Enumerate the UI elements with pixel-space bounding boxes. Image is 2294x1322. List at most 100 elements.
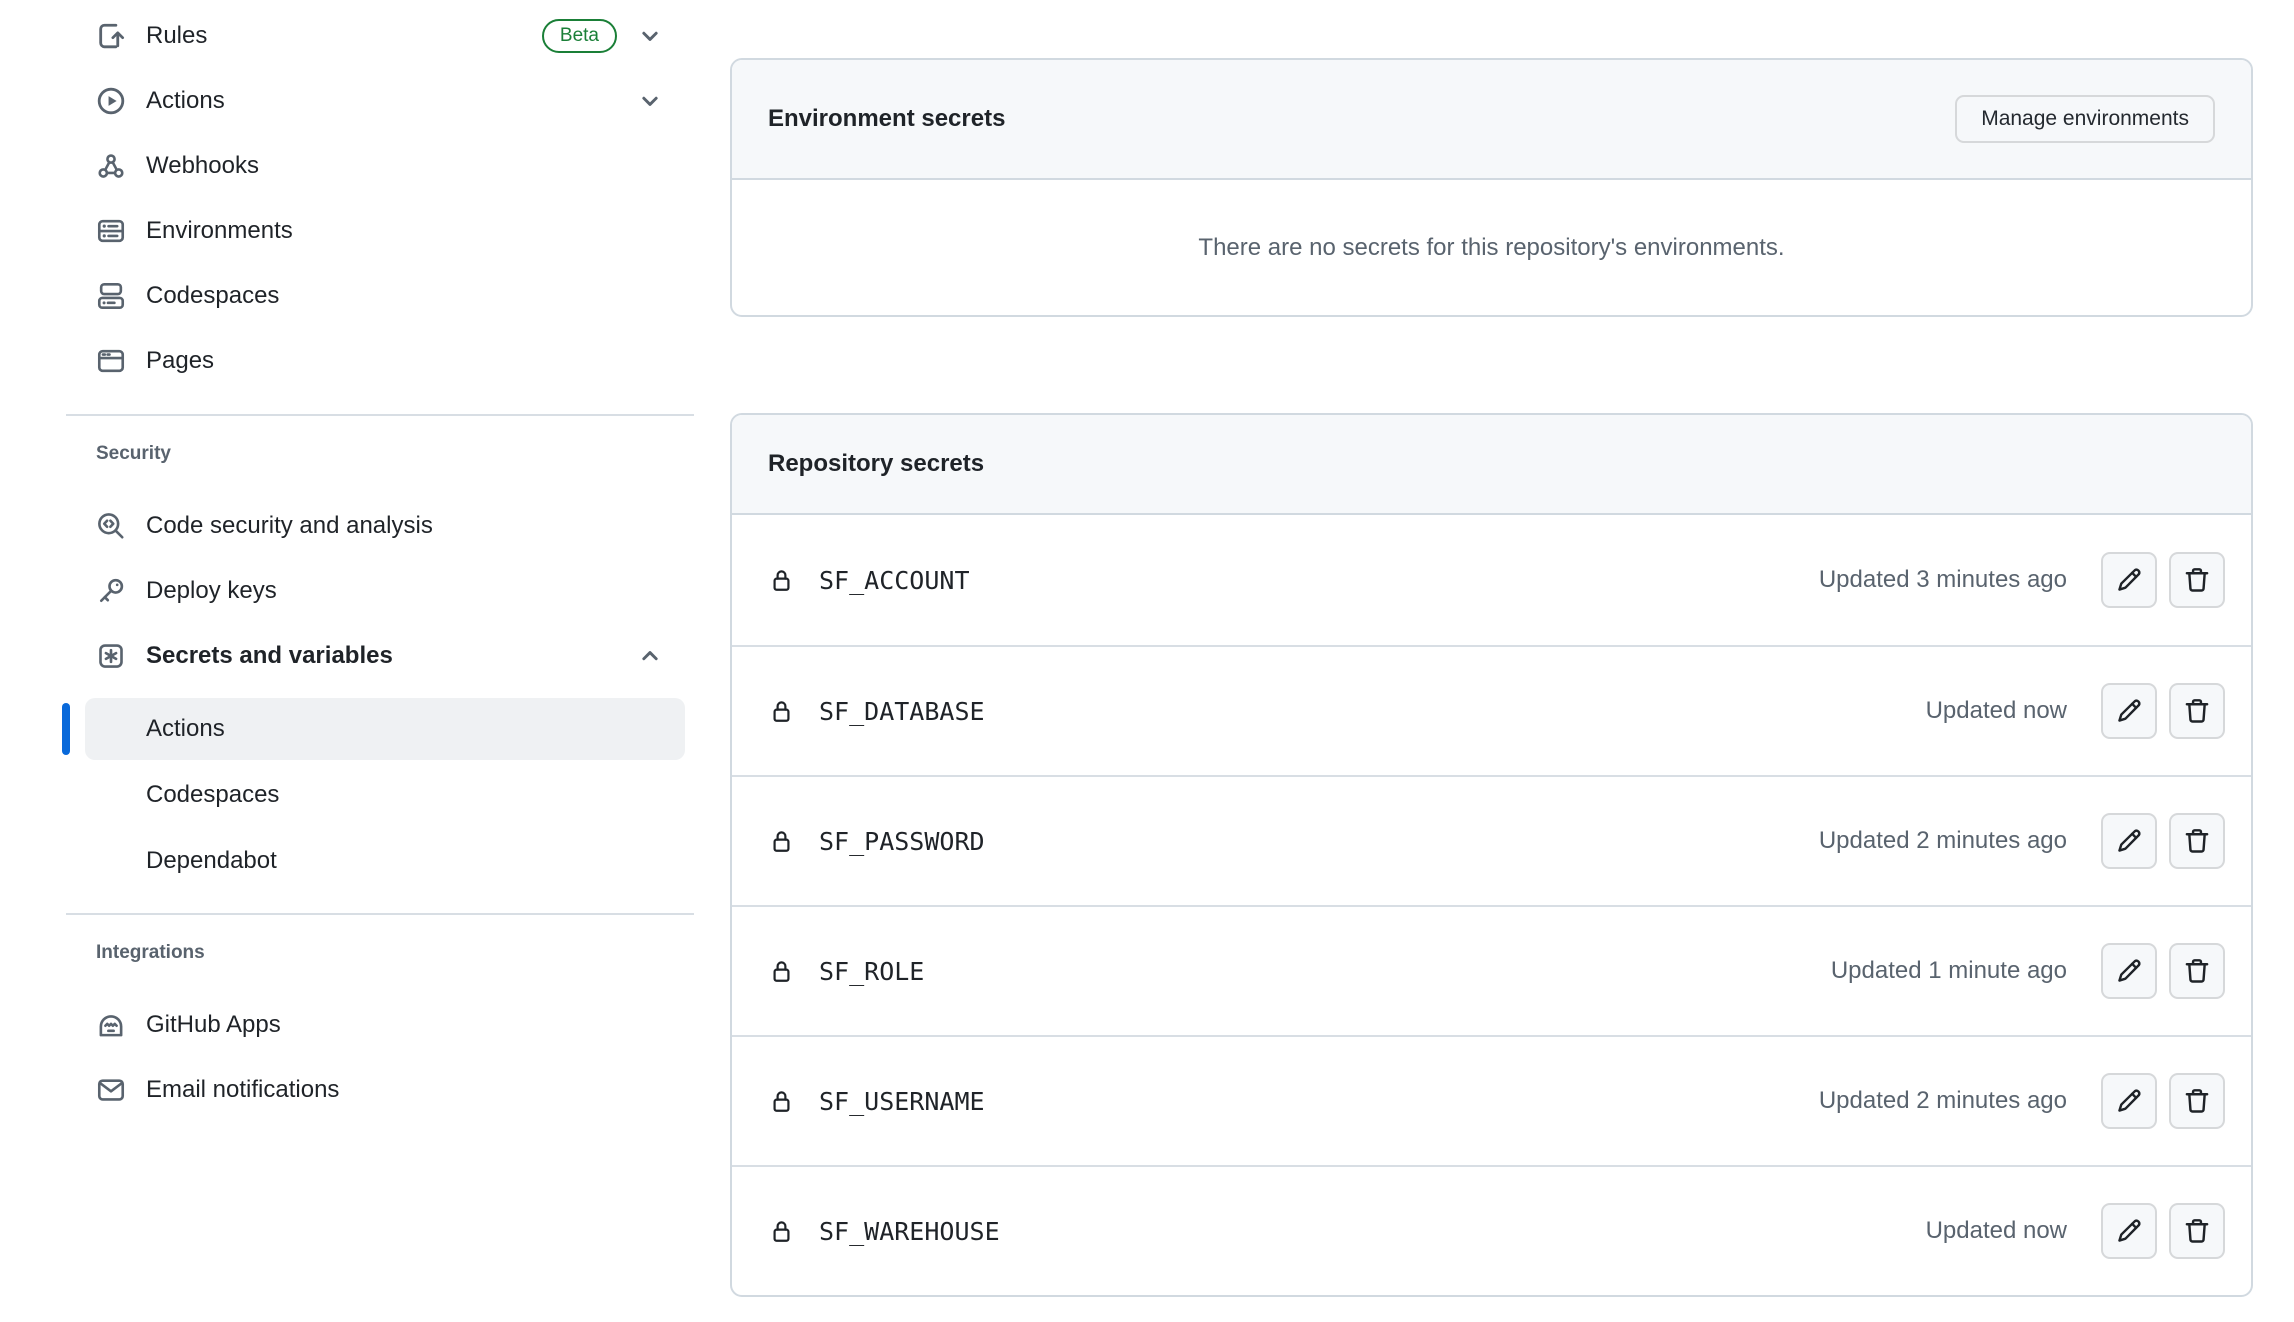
lock-icon [768,698,795,725]
hubot-icon [96,1010,126,1040]
sidebar-item-deploy-keys[interactable]: Deploy keys [60,558,700,623]
asterisk-box-icon [96,641,126,671]
lock-icon [768,1088,795,1115]
server-icon [96,216,126,246]
pencil-icon [2114,1086,2144,1116]
sidebar-item-rules[interactable]: Rules Beta [60,3,700,68]
sidebar-item-label: Webhooks [146,152,259,180]
lock-icon [768,567,795,594]
pencil-icon [2114,565,2144,595]
trash-icon [2182,696,2212,726]
sidebar-item-environments[interactable]: Environments [60,198,700,263]
repository-secrets-header: Repository secrets [732,415,2251,515]
sidebar-item-label: GitHub Apps [146,1011,281,1039]
play-icon [96,86,126,116]
sidebar-item-label: Codespaces [146,282,279,310]
secret-name: SF_DATABASE [819,697,985,726]
secret-updated-at: Updated now [1926,697,2067,725]
sidebar-section-integrations-label: Integrations [60,915,700,976]
sidebar-item-actions[interactable]: Actions [60,68,700,133]
sidebar-item-pages[interactable]: Pages [60,328,700,393]
browser-icon [96,346,126,376]
rules-icon [96,21,126,51]
beta-badge: Beta [542,19,617,53]
trash-icon [2182,1216,2212,1246]
delete-secret-button[interactable] [2169,683,2225,739]
trash-icon [2182,1086,2212,1116]
secret-row: SF_PASSWORD Updated 2 minutes ago [732,775,2251,905]
pencil-icon [2114,826,2144,856]
sidebar-item-label: Secrets and variables [146,642,393,670]
edit-secret-button[interactable] [2101,552,2157,608]
sidebar-item-label: Actions [146,87,225,115]
lock-icon [768,1218,795,1245]
secret-row: SF_DATABASE Updated now [732,645,2251,775]
trash-icon [2182,956,2212,986]
sidebar-subitem-codespaces[interactable]: Codespaces [85,764,685,826]
sub-item-label: Actions [146,715,225,743]
chevron-down-icon[interactable] [637,23,663,49]
secret-name: SF_ACCOUNT [819,566,970,595]
secret-updated-at: Updated 2 minutes ago [1819,827,2067,855]
environment-secrets-panel: Environment secrets Manage environments … [730,58,2253,317]
secret-name: SF_WAREHOUSE [819,1217,1000,1246]
edit-secret-button[interactable] [2101,943,2157,999]
code-search-icon [96,511,126,541]
sidebar-subitem-dependabot[interactable]: Dependabot [85,830,685,892]
delete-secret-button[interactable] [2169,943,2225,999]
sidebar-section-security-label: Security [60,416,700,477]
sub-item-label: Dependabot [146,847,277,875]
sidebar-item-label: Environments [146,217,293,245]
sidebar-item-email-notifications[interactable]: Email notifications [60,1057,700,1122]
chevron-down-icon[interactable] [637,88,663,114]
edit-secret-button[interactable] [2101,1073,2157,1129]
delete-secret-button[interactable] [2169,1073,2225,1129]
edit-secret-button[interactable] [2101,683,2157,739]
secrets-sub-list: Actions Codespaces Dependabot [60,698,700,892]
secret-row: SF_ROLE Updated 1 minute ago [732,905,2251,1035]
sidebar-item-github-apps[interactable]: GitHub Apps [60,992,700,1057]
trash-icon [2182,565,2212,595]
webhook-icon [96,151,126,181]
sidebar-item-code-security[interactable]: Code security and analysis [60,493,700,558]
secret-row: SF_WAREHOUSE Updated now [732,1165,2251,1295]
delete-secret-button[interactable] [2169,552,2225,608]
delete-secret-button[interactable] [2169,1203,2225,1259]
secret-name: SF_PASSWORD [819,827,985,856]
secret-updated-at: Updated 2 minutes ago [1819,1087,2067,1115]
secret-name: SF_USERNAME [819,1087,985,1116]
chevron-up-icon[interactable] [637,643,663,669]
sidebar-item-label: Deploy keys [146,577,277,605]
trash-icon [2182,826,2212,856]
sidebar-item-label: Rules [146,22,207,50]
panel-title: Environment secrets [768,105,1005,133]
lock-icon [768,828,795,855]
mail-icon [96,1075,126,1105]
secret-updated-at: Updated 3 minutes ago [1819,566,2067,594]
sidebar-item-secrets-and-variables[interactable]: Secrets and variables [60,623,700,688]
pencil-icon [2114,1216,2144,1246]
secret-row: SF_USERNAME Updated 2 minutes ago [732,1035,2251,1165]
sidebar-item-label: Pages [146,347,214,375]
settings-sidebar: Rules Beta Actions Webhooks Environments… [60,3,700,1122]
edit-secret-button[interactable] [2101,813,2157,869]
codespaces-icon [96,281,126,311]
sidebar-item-label: Code security and analysis [146,512,433,540]
sidebar-item-label: Email notifications [146,1076,339,1104]
secret-name: SF_ROLE [819,957,924,986]
key-icon [96,576,126,606]
edit-secret-button[interactable] [2101,1203,2157,1259]
sidebar-item-codespaces[interactable]: Codespaces [60,263,700,328]
sidebar-item-webhooks[interactable]: Webhooks [60,133,700,198]
panel-title: Repository secrets [768,450,984,478]
secret-updated-at: Updated 1 minute ago [1831,957,2067,985]
delete-secret-button[interactable] [2169,813,2225,869]
sidebar-subitem-actions[interactable]: Actions [85,698,685,760]
secret-row: SF_ACCOUNT Updated 3 minutes ago [732,515,2251,645]
manage-environments-button[interactable]: Manage environments [1955,95,2215,143]
pencil-icon [2114,956,2144,986]
lock-icon [768,958,795,985]
environment-secrets-header: Environment secrets Manage environments [732,60,2251,180]
repository-secrets-panel: Repository secrets SF_ACCOUNT Updated 3 … [730,413,2253,1297]
empty-state-text: There are no secrets for this repository… [1198,234,1784,262]
